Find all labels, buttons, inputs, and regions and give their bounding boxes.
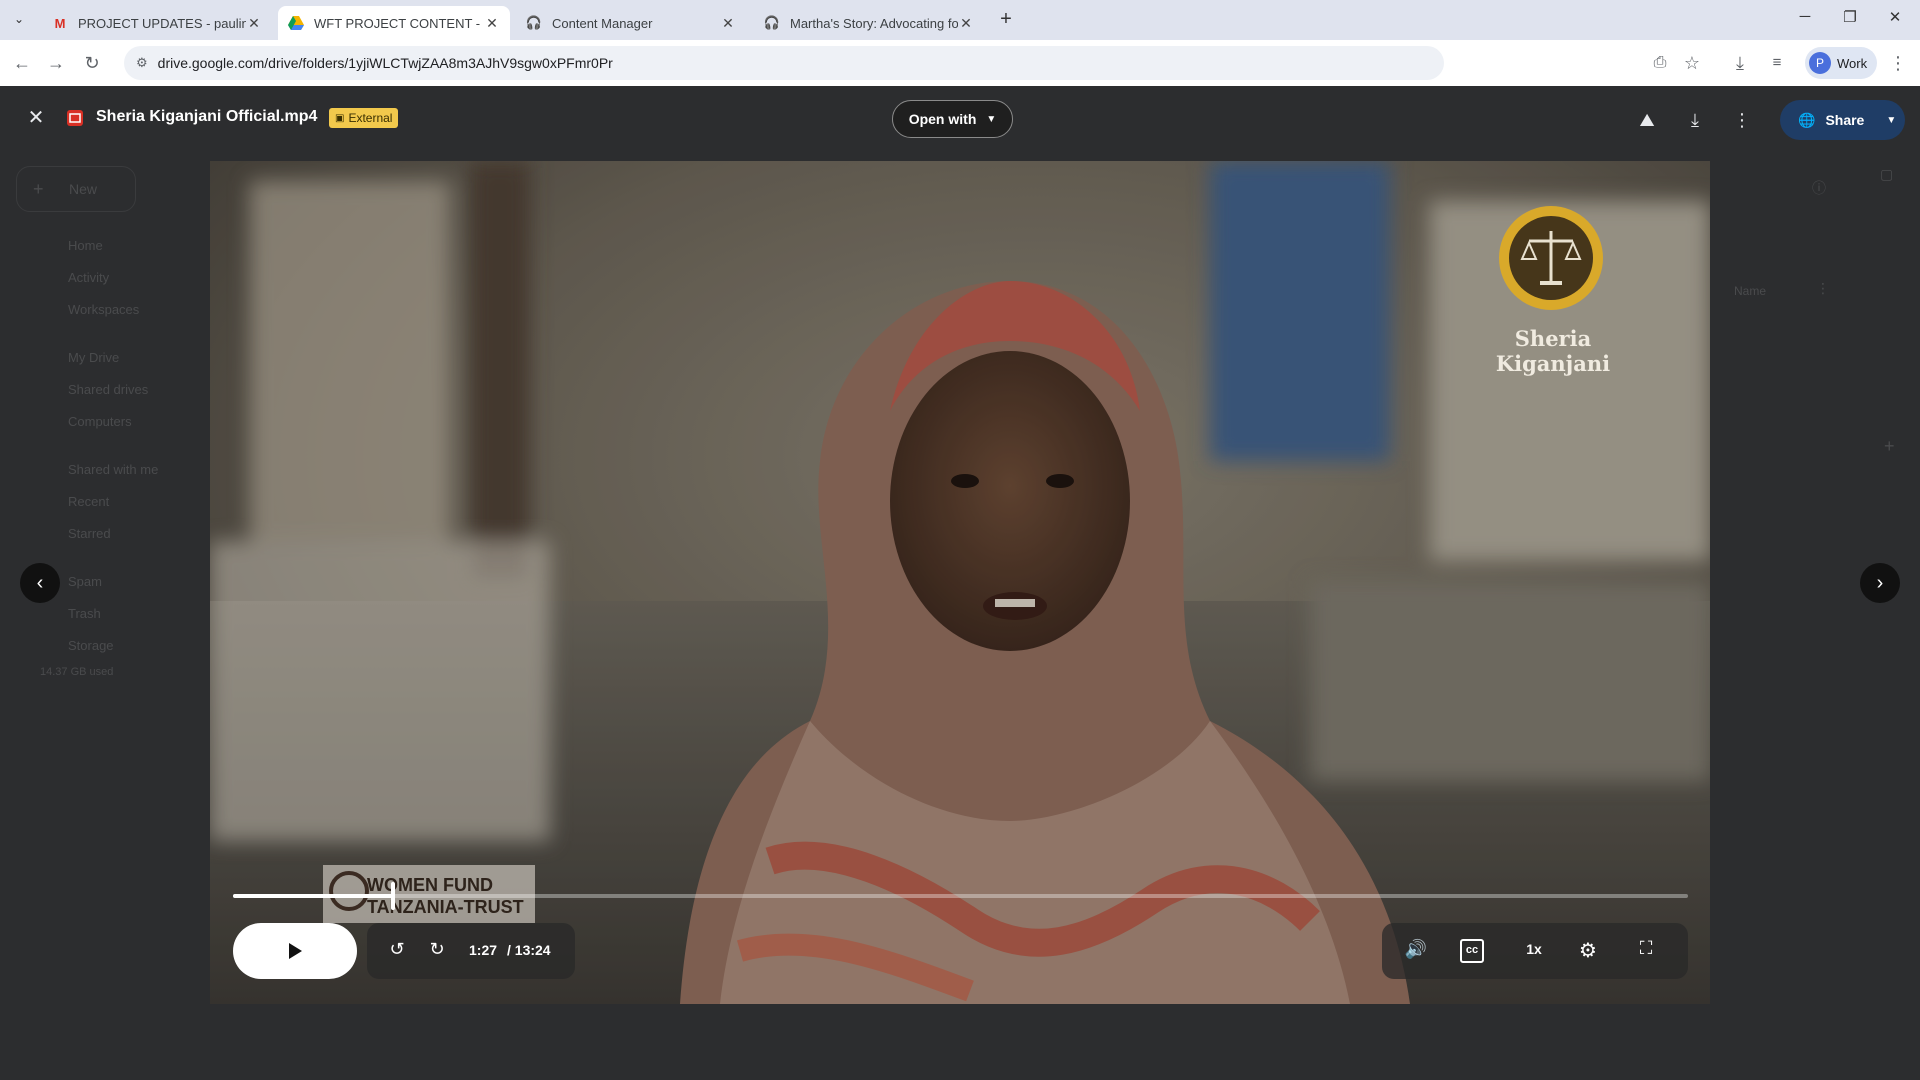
address-bar[interactable]: ⚙ drive.google.com/drive/folders/1yjiWLC…	[124, 46, 1444, 80]
info-icon: ⓘ	[1812, 180, 1826, 196]
nav-shared-drives: Shared drives	[68, 382, 149, 397]
add-addon-icon: +	[1884, 436, 1895, 456]
new-tab-icon[interactable]: +	[996, 9, 1016, 29]
media-controls-icon[interactable]: ≡	[1765, 51, 1789, 75]
fullscreen-icon[interactable]: ⛶	[1634, 938, 1658, 962]
open-with-label: Open with	[908, 111, 977, 127]
forward-icon[interactable]: →	[44, 51, 68, 75]
sheria-kiganjani-logo	[1496, 203, 1606, 313]
close-viewer-icon[interactable]: ✕	[22, 104, 50, 132]
nav-home: Home	[68, 238, 103, 253]
install-app-icon[interactable]: ⎙	[1648, 51, 1672, 75]
nav-starred: Starred	[68, 526, 111, 541]
external-badge: ▣ External	[329, 108, 399, 128]
dropdown-caret-icon: ▼	[986, 113, 997, 125]
share-dropdown-icon[interactable]: ▼	[1886, 115, 1896, 126]
seek-bar[interactable]	[233, 882, 1688, 910]
bookmark-star-icon[interactable]: ☆	[1680, 51, 1704, 75]
captions-icon[interactable]: cc	[1460, 939, 1484, 963]
new-label: New	[69, 181, 98, 197]
avatar: P	[1809, 52, 1831, 74]
video-file-icon	[67, 110, 83, 126]
open-with-button[interactable]: Open with ▼	[892, 100, 1013, 138]
duration: / 13:24	[507, 942, 551, 958]
url-text: drive.google.com/drive/folders/1yjiWLCTw…	[157, 55, 613, 71]
nav-computers: Computers	[68, 414, 132, 429]
tab-close-icon[interactable]: ✕	[958, 15, 974, 32]
tab-close-icon[interactable]: ✕	[720, 15, 736, 32]
share-label: Share	[1825, 112, 1865, 128]
tab-content-manager[interactable]: 🎧 Content Manager ✕	[516, 6, 746, 40]
download-icon[interactable]: ⤓	[1728, 51, 1752, 75]
new-button: + New	[16, 166, 136, 212]
gmail-icon: M	[54, 15, 66, 31]
tab-title: WFT PROJECT CONTENT - Goo	[314, 15, 484, 31]
file-title: Sheria Kiganjani Official.mp4	[96, 108, 318, 125]
notion-icon: 🎧	[525, 15, 543, 30]
external-badge-label: External	[348, 111, 393, 125]
nav-workspaces: Workspaces	[68, 302, 140, 317]
storage-used: 14.37 GB used	[40, 666, 114, 678]
tab-close-icon[interactable]: ✕	[246, 15, 262, 32]
tab-title: PROJECT UPDATES - paulinate	[78, 15, 246, 31]
tab-search-icon[interactable]: ⌄	[10, 12, 28, 30]
forward-10-icon[interactable]: ↻	[425, 939, 449, 963]
time-controls: ↺ ↻ 1:27 / 13:24	[367, 923, 575, 979]
globe-icon: 🌐	[1798, 111, 1816, 128]
share-button[interactable]: 🌐 Share ▼	[1780, 100, 1905, 140]
seek-handle[interactable]	[391, 882, 396, 910]
calendar-icon: ▢	[1880, 166, 1894, 182]
profile-chip[interactable]: P Work	[1805, 47, 1878, 79]
playback-speed-button[interactable]: 1x	[1522, 941, 1546, 957]
player-right-controls: 🔊 cc 1x ⚙ ⛶	[1382, 923, 1688, 979]
rewind-10-icon[interactable]: ↺	[385, 939, 409, 963]
browser-tab-bar: ⌄ M PROJECT UPDATES - paulinate ✕ WFT PR…	[0, 0, 1920, 40]
download-file-icon[interactable]: ⤓	[1681, 106, 1709, 134]
seek-bar-played	[233, 894, 394, 898]
sort-label: Name	[1734, 284, 1767, 298]
previous-file-button[interactable]: ‹	[20, 563, 60, 603]
play-button[interactable]	[233, 923, 357, 979]
site-info-icon[interactable]: ⚙	[136, 55, 148, 71]
tab-close-icon[interactable]: ✕	[484, 15, 500, 32]
reload-icon[interactable]: ↻	[80, 51, 104, 75]
minimize-icon[interactable]: ─	[1790, 8, 1820, 32]
drive-icon	[288, 15, 304, 31]
browser-menu-icon[interactable]: ⋮	[1886, 51, 1910, 75]
tab-gmail[interactable]: M PROJECT UPDATES - paulinate ✕	[42, 6, 272, 40]
tab-title: Martha's Story: Advocating for	[790, 15, 958, 31]
next-file-button[interactable]: ›	[1860, 563, 1900, 603]
close-window-icon[interactable]: ✕	[1880, 8, 1910, 32]
more-icon: ⋮	[1816, 280, 1830, 296]
video-player[interactable]: Sheria Kiganjani WOMEN FUND TANZANIA-TRU…	[210, 161, 1710, 1004]
tab-title: Content Manager	[552, 15, 653, 31]
tab-marthas-story[interactable]: 🎧 Martha's Story: Advocating for ✕	[754, 6, 984, 40]
nav-spam: Spam	[68, 574, 102, 589]
notion-icon: 🎧	[763, 15, 781, 30]
nav-trash: Trash	[68, 606, 101, 621]
nav-activity: Activity	[68, 270, 110, 285]
back-icon[interactable]: ←	[10, 51, 34, 75]
nav-recent: Recent	[68, 494, 110, 509]
browser-toolbar: ← → ↻ ⚙ drive.google.com/drive/folders/1…	[0, 40, 1920, 86]
plus-icon: +	[33, 179, 44, 199]
restore-icon[interactable]: ❐	[1835, 8, 1865, 32]
current-time: 1:27	[469, 942, 498, 958]
nav-my-drive: My Drive	[68, 350, 120, 365]
brand-name: Sheria Kiganjani	[1495, 326, 1611, 376]
nav-shared-with-me: Shared with me	[68, 462, 159, 477]
nav-storage: Storage	[68, 638, 114, 653]
tab-drive[interactable]: WFT PROJECT CONTENT - Goo ✕	[278, 6, 510, 40]
women-fund-line1: WOMEN FUND	[367, 875, 493, 895]
volume-icon[interactable]: 🔊	[1404, 939, 1428, 963]
more-actions-icon[interactable]: ⋮	[1728, 106, 1756, 134]
women-fund-logo-icon	[329, 871, 369, 911]
external-icon: ▣	[335, 112, 345, 124]
settings-gear-icon[interactable]: ⚙	[1576, 938, 1600, 962]
add-shortcut-icon[interactable]: ⛰	[1633, 106, 1661, 134]
profile-label: Work	[1837, 55, 1868, 71]
play-icon	[289, 943, 302, 959]
